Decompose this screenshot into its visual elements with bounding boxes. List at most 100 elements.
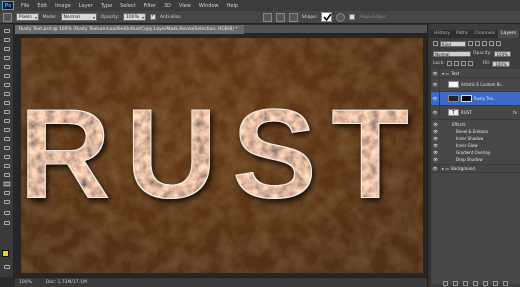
layer-mask-thumbnail[interactable]: [461, 95, 472, 102]
kind-filter-select[interactable]: Kind: [440, 40, 466, 47]
menu-layer[interactable]: Layer: [75, 3, 97, 9]
effect-drop-shadow[interactable]: 👁 Drop Shadow: [431, 156, 520, 162]
menu-view[interactable]: View: [175, 3, 195, 9]
marquee-tool-icon[interactable]: [3, 37, 11, 43]
brush-tool-icon[interactable]: [3, 91, 11, 97]
add-style-icon[interactable]: [453, 281, 458, 286]
clone-stamp-tool-icon[interactable]: [3, 100, 11, 106]
menu-edit[interactable]: Edit: [33, 3, 51, 9]
visibility-eye-icon[interactable]: 👁: [431, 149, 440, 155]
visibility-eye-icon[interactable]: 👁: [431, 135, 440, 141]
layer-artistic-brush[interactable]: 👁 Artistic 6 Custom Br...: [431, 78, 520, 92]
document-size[interactable]: Doc: 1.72M/17.1M: [46, 280, 87, 285]
visibility-eye-icon[interactable]: 👁: [431, 92, 440, 105]
path-select-tool-icon[interactable]: [3, 172, 11, 178]
type-tool-icon[interactable]: [3, 163, 11, 169]
lock-pixels-icon[interactable]: [453, 61, 459, 66]
new-group-icon[interactable]: [483, 281, 488, 286]
gear-icon[interactable]: [336, 12, 346, 22]
effect-inner-shadow[interactable]: 👁 Inner Shadow: [431, 135, 520, 141]
effect-gradient-overlay[interactable]: 👁 Gradient Overlay: [431, 149, 520, 155]
healing-brush-tool-icon[interactable]: [3, 82, 11, 88]
fill-field[interactable]: 100%: [492, 60, 510, 67]
hand-tool-icon[interactable]: [3, 190, 11, 196]
foreground-color-swatch[interactable]: [2, 250, 9, 257]
menu-file[interactable]: File: [17, 3, 33, 9]
zoom-tool-icon[interactable]: [3, 199, 11, 205]
filter-smart-object-icon[interactable]: [496, 41, 501, 46]
blur-tool-icon[interactable]: [3, 136, 11, 142]
gradient-tool-icon[interactable]: [3, 127, 11, 133]
tool-mode-select[interactable]: Pixels: [16, 13, 39, 21]
tab-channels[interactable]: Channels: [471, 30, 498, 38]
anti-alias-checkbox[interactable]: [149, 13, 156, 20]
custom-shape-tool-icon[interactable]: [3, 181, 11, 187]
lock-position-icon[interactable]: [460, 61, 466, 66]
menu-select[interactable]: Select: [116, 3, 139, 9]
mode-select[interactable]: Normal: [60, 13, 97, 21]
pen-tool-icon[interactable]: [3, 154, 11, 160]
visibility-eye-icon[interactable]: 👁: [431, 121, 440, 127]
shape-tool-icon[interactable]: [3, 12, 12, 22]
visibility-eye-icon[interactable]: 👁: [431, 142, 440, 148]
menu-image[interactable]: Image: [51, 3, 75, 9]
eraser-tool-icon[interactable]: [3, 118, 11, 124]
search-icon: [433, 41, 438, 46]
path-arrange-icon[interactable]: [288, 12, 298, 22]
layer-opacity-field[interactable]: 100%: [493, 50, 511, 57]
adjustment-layer-icon[interactable]: [473, 281, 478, 286]
menu-type[interactable]: Type: [97, 3, 116, 9]
effect-bevel-emboss[interactable]: 👁 Bevel & Emboss: [431, 128, 520, 134]
align-edges-checkbox[interactable]: [349, 14, 356, 20]
tab-paths[interactable]: Paths: [453, 30, 471, 38]
visibility-eye-icon[interactable]: 👁: [431, 78, 440, 91]
tab-history[interactable]: History: [431, 30, 453, 38]
lock-transparency-icon[interactable]: [446, 61, 452, 66]
filter-shape-icon[interactable]: [489, 41, 494, 46]
lasso-tool-icon[interactable]: [3, 46, 11, 52]
zoom-level[interactable]: 100%: [19, 280, 32, 285]
history-brush-tool-icon[interactable]: [3, 109, 11, 115]
visibility-eye-icon[interactable]: 👁: [431, 128, 440, 134]
menu-window[interactable]: Window: [195, 3, 223, 9]
dodge-tool-icon[interactable]: [3, 145, 11, 151]
move-tool-icon[interactable]: [3, 28, 11, 34]
opacity-field[interactable]: 100%: [123, 13, 146, 21]
quick-select-tool-icon[interactable]: [3, 55, 11, 61]
tab-layers[interactable]: Layers: [498, 30, 519, 38]
crop-tool-icon[interactable]: [3, 64, 11, 70]
document-canvas[interactable]: RUST: [21, 38, 423, 273]
fx-icon[interactable]: fx: [513, 110, 517, 115]
rotate-view-tool-icon[interactable]: [3, 220, 11, 226]
quick-mask-icon[interactable]: [3, 264, 11, 270]
filter-pixel-icon[interactable]: [468, 41, 473, 46]
document-tab[interactable]: Rusty Text.psd @ 100% (Rusty Texture-Loa…: [15, 25, 244, 34]
blend-mode-select[interactable]: Normal: [433, 50, 471, 57]
layer-group-background[interactable]: 👁 ▸ ▭ Background: [431, 164, 520, 173]
visibility-eye-icon[interactable]: 👁: [431, 106, 440, 119]
effects-header[interactable]: 👁 Effects: [431, 121, 520, 127]
layer-group-text[interactable]: 👁 ▾ ▭ Text: [431, 69, 520, 78]
effect-inner-glow[interactable]: 👁 Inner Glow: [431, 142, 520, 148]
filter-adjustment-icon[interactable]: [475, 41, 480, 46]
shape-picker[interactable]: [321, 12, 333, 22]
visibility-eye-icon[interactable]: 👁: [431, 69, 440, 77]
trash-icon[interactable]: [503, 281, 508, 286]
filter-type-icon[interactable]: [482, 41, 487, 46]
path-align-icon[interactable]: [275, 12, 285, 22]
lock-all-icon[interactable]: [467, 61, 473, 66]
new-layer-icon[interactable]: [493, 281, 498, 286]
visibility-eye-icon[interactable]: 👁: [431, 156, 440, 162]
3d-tool-icon[interactable]: [3, 210, 11, 216]
link-layers-icon[interactable]: [443, 281, 448, 286]
eyedropper-tool-icon[interactable]: [3, 73, 11, 79]
layer-rusty-texture[interactable]: 👁 Rusty Tex...: [431, 92, 520, 106]
menu-help[interactable]: Help: [223, 3, 242, 9]
shape-label: Shape:: [301, 14, 318, 20]
menu-filter[interactable]: Filter: [140, 3, 160, 9]
layer-rust-text[interactable]: 👁 T RUST fx: [431, 106, 520, 120]
visibility-eye-icon[interactable]: 👁: [431, 165, 440, 172]
menu-3d[interactable]: 3D: [160, 3, 175, 9]
add-mask-icon[interactable]: [463, 281, 468, 286]
path-ops-icon[interactable]: [262, 12, 272, 22]
